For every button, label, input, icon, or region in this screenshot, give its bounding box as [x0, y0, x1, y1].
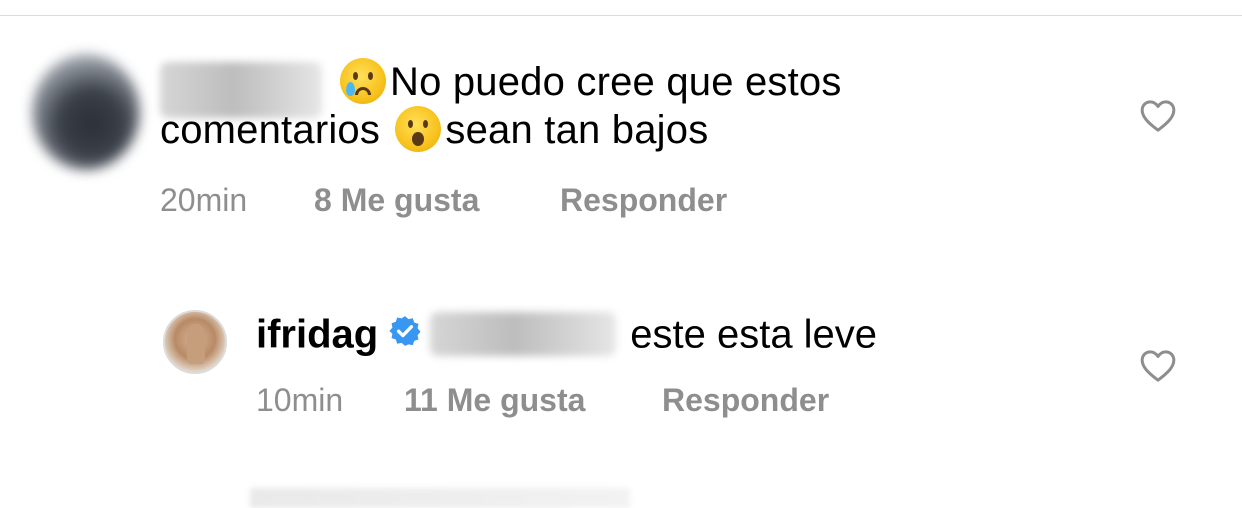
- reply-meta-row: 10min 11 Me gusta Responder: [256, 382, 829, 419]
- comment-text-line2b: sean tan bajos: [445, 108, 709, 152]
- heart-outline-icon[interactable]: [1138, 346, 1178, 386]
- mentioned-username-blurred[interactable]: [430, 312, 617, 357]
- commenter-avatar[interactable]: [32, 54, 140, 170]
- comment-timestamp: 20min: [160, 182, 248, 218]
- comment-text-line1: No puedo cree que estos: [390, 60, 842, 104]
- comment-meta-row: 20min 8 Me gusta Responder: [160, 182, 727, 219]
- verified-badge-icon: [389, 316, 421, 347]
- crying-face-emoji: [340, 58, 386, 105]
- reply-text: este esta leve: [630, 312, 878, 357]
- reply-timestamp: 10min: [256, 382, 344, 418]
- comment-reply-button[interactable]: Responder: [560, 182, 727, 219]
- reply-avatar[interactable]: [163, 310, 227, 374]
- comment-text-line2a: comentarios: [160, 108, 381, 152]
- comment-text: No puedo cree que estos comentarios sean…: [160, 58, 1060, 154]
- surprised-face-emoji: [395, 106, 442, 153]
- reply-likes-count[interactable]: 11 Me gusta: [404, 382, 662, 419]
- comment-likes-count[interactable]: 8 Me gusta: [314, 182, 560, 219]
- reply-line: ifridag este esta leve: [256, 306, 877, 360]
- reply-username[interactable]: ifridag: [256, 312, 378, 356]
- top-divider: [0, 15, 1242, 16]
- comment-line-2: comentarios sean tan bajos: [160, 106, 1060, 154]
- heart-outline-icon[interactable]: [1138, 96, 1178, 136]
- reply-reply-button[interactable]: Responder: [662, 382, 829, 419]
- comment-line-1: No puedo cree que estos: [160, 58, 1060, 106]
- next-item-cutoff: [250, 488, 630, 508]
